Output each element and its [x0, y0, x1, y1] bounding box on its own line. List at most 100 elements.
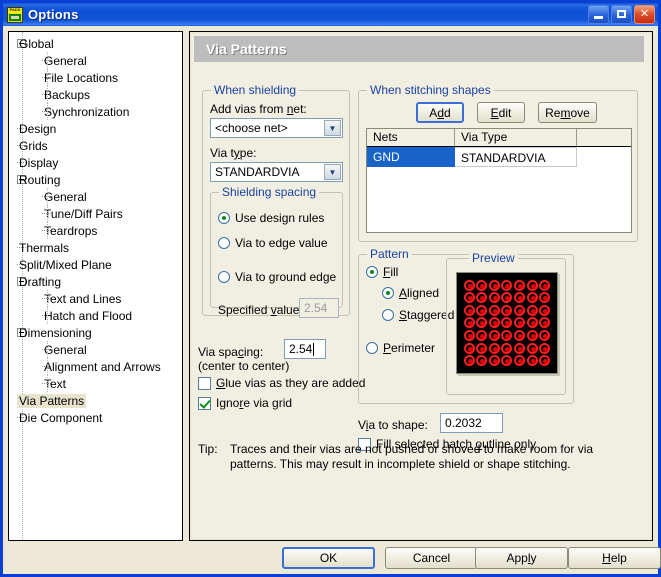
preview-caption: Preview	[469, 251, 518, 265]
radio-via-to-ground-edge[interactable]: Via to ground edge	[218, 270, 336, 284]
radio-aligned[interactable]: Aligned	[382, 286, 439, 300]
checkbox-box-icon	[198, 376, 211, 390]
tree-item-teardrops[interactable]: Teardrops	[9, 222, 182, 239]
radio-fill[interactable]: Fill	[366, 265, 398, 279]
tree-item-design[interactable]: Design	[9, 120, 182, 137]
tree-item-text[interactable]: Text	[9, 375, 182, 392]
tip-prefix: Tip:	[198, 442, 218, 456]
via-to-shape-label: Via to shape:	[358, 418, 428, 432]
tree-item-via-patterns[interactable]: Via Patterns	[9, 392, 182, 409]
nets-table[interactable]: Nets Via Type GND STANDARDVIA	[366, 128, 632, 233]
help-button[interactable]: Help	[568, 547, 661, 569]
tree-item-global[interactable]: Global	[9, 35, 182, 52]
options-dialog: PADS Options ✕ Global General File Locatio…	[0, 0, 661, 577]
chevron-down-icon[interactable]: ▼	[324, 120, 341, 136]
minimize-icon[interactable]	[588, 5, 609, 24]
preview-via-dot	[488, 330, 500, 342]
net-combo-value: <choose net>	[215, 121, 288, 135]
preview-via-dot	[463, 342, 475, 354]
tree-item-label: Thermals	[19, 240, 70, 255]
radio-mark-icon	[218, 237, 230, 249]
tree-item-label: Hatch and Flood	[44, 308, 133, 323]
tree-item-general[interactable]: General	[9, 52, 182, 69]
ok-button[interactable]: OK	[282, 547, 375, 569]
preview-via-dot	[526, 317, 538, 329]
tree-item-synchronization[interactable]: Synchronization	[9, 103, 182, 120]
maximize-icon[interactable]	[611, 5, 632, 24]
tree-item-die-component[interactable]: Die Component	[9, 409, 182, 426]
checkbox-label: Ignore via grid	[216, 396, 293, 410]
via-spacing-input[interactable]: 2.54	[284, 339, 326, 359]
close-icon[interactable]: ✕	[634, 5, 655, 24]
tree-item-alignment-and-arrows[interactable]: Alignment and Arrows	[9, 358, 182, 375]
tree-item-text-and-lines[interactable]: Text and Lines	[9, 290, 182, 307]
checkbox-ignore-via-grid[interactable]: Ignore via grid	[198, 396, 292, 410]
column-header-nets: Nets	[367, 129, 455, 146]
tree-item-label: Die Component	[19, 410, 103, 425]
tree-item-label: Dimensioning	[19, 325, 92, 340]
when-shielding-caption: When shielding	[211, 83, 300, 97]
via-spacing-label-1: Via spacing:	[198, 345, 264, 359]
via-to-shape-input[interactable]: 0.2032	[440, 413, 503, 433]
chevron-down-icon[interactable]: ▼	[324, 164, 341, 180]
add-button-label: Add	[429, 105, 451, 120]
radio-label: Via to ground edge	[235, 270, 337, 284]
preview-via-dot	[463, 330, 475, 342]
preview-via-dot	[514, 330, 526, 342]
nets-table-header: Nets Via Type	[367, 129, 631, 147]
tree-item-backups[interactable]: Backups	[9, 86, 182, 103]
tree-item-routing[interactable]: Routing	[9, 171, 182, 188]
preview-via-dot	[514, 279, 526, 291]
preview-via-dot	[526, 304, 538, 316]
tree-item-label: Alignment and Arrows	[44, 359, 161, 374]
table-row[interactable]: GND STANDARDVIA	[367, 147, 631, 167]
tree-item-label: Grids	[19, 138, 48, 153]
preview-via-dot	[488, 304, 500, 316]
via-type-label: Via type:	[210, 146, 257, 160]
shielding-spacing-group: Shielding spacing	[210, 185, 343, 308]
tree-item-general[interactable]: General	[9, 341, 182, 358]
edit-button[interactable]: Edit	[477, 102, 525, 123]
tree-item-display[interactable]: Display	[9, 154, 182, 171]
tree-item-drafting[interactable]: Drafting	[9, 273, 182, 290]
radio-via-to-edge-value[interactable]: Via to edge value	[218, 236, 328, 250]
radio-label: Perimeter	[383, 341, 436, 355]
tree-item-tune-diff-pairs[interactable]: Tune/Diff Pairs	[9, 205, 182, 222]
add-button[interactable]: Add	[416, 102, 464, 123]
remove-button[interactable]: Remove	[538, 102, 597, 123]
tree-item-split-mixed-plane[interactable]: Split/Mixed Plane	[9, 256, 182, 273]
tree-item-general[interactable]: General	[9, 188, 182, 205]
apply-button[interactable]: App l y	[475, 547, 568, 569]
options-tree[interactable]: Global General File Locations Backups Synchr…	[8, 31, 183, 541]
preview-via-dot	[501, 342, 513, 354]
radio-staggered[interactable]: Staggered	[382, 308, 454, 322]
tree-item-file-locations[interactable]: File Locations	[9, 69, 182, 86]
column-header-via-type: Via Type	[455, 129, 577, 146]
preview-via-dot	[476, 330, 488, 342]
checkbox-glue-vias[interactable]: Glue vias as they are added	[198, 376, 365, 390]
preview-via-dot	[539, 342, 551, 354]
radio-use-design-rules[interactable]: Use design rules	[218, 211, 324, 225]
tree-item-hatch-and-flood[interactable]: Hatch and Flood	[9, 307, 182, 324]
preview-via-dot	[488, 317, 500, 329]
radio-perimeter[interactable]: Perimeter	[366, 341, 435, 355]
dialog-body: Global General File Locations Backups Synchr…	[3, 26, 661, 574]
via-type-combo[interactable]: STANDARDVIA ▼	[210, 162, 343, 182]
radio-mark-icon	[382, 309, 394, 321]
tree-item-grids[interactable]: Grids	[9, 137, 182, 154]
tree-item-thermals[interactable]: Thermals	[9, 239, 182, 256]
tree-item-label: Backups	[44, 87, 91, 102]
tree-item-label: Routing	[19, 172, 61, 187]
net-combo[interactable]: <choose net> ▼	[210, 118, 343, 138]
radio-label: Aligned	[399, 286, 440, 300]
tree-item-dimensioning[interactable]: Dimensioning	[9, 324, 182, 341]
pads-logo-icon: PADS	[7, 6, 23, 23]
via-spacing-value: 2.54	[289, 342, 313, 356]
preview-via-dot	[463, 317, 475, 329]
preview-via-dot	[514, 317, 526, 329]
preview-via-dot	[501, 355, 513, 367]
cancel-button[interactable]: Cancel	[385, 547, 478, 569]
tree-item-label: Design	[19, 121, 57, 136]
preview-via-dot	[476, 317, 488, 329]
radio-label: Fill	[383, 265, 399, 279]
